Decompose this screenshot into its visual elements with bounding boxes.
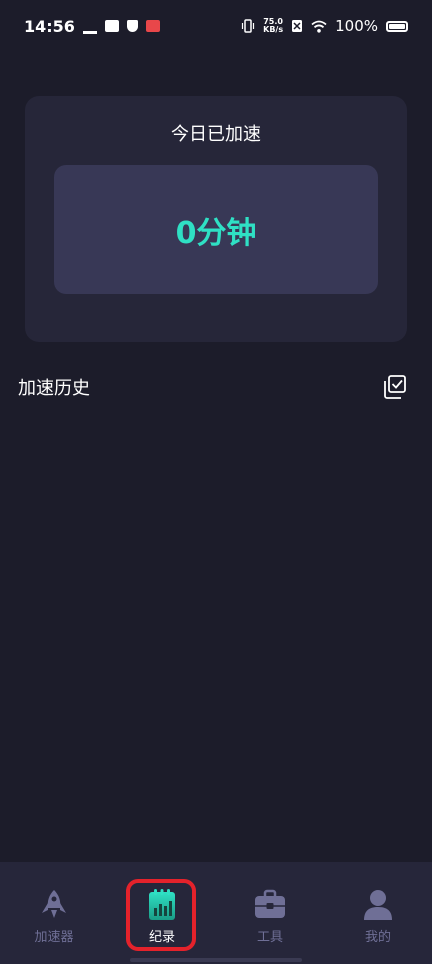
mail-icon bbox=[104, 20, 119, 32]
bottom-nav: 加速器 纪录 工具 我的 bbox=[0, 862, 432, 964]
net-speed-unit: KB/s bbox=[263, 25, 284, 34]
toolbox-icon bbox=[255, 889, 285, 918]
sim-off-icon bbox=[292, 20, 303, 32]
multi-select-icon[interactable] bbox=[382, 374, 408, 400]
status-bar: 14:56 75.0 KB/s 100% bbox=[0, 0, 432, 52]
today-accel-card: 今日已加速 0分钟 bbox=[25, 96, 407, 342]
vibrate-icon bbox=[242, 19, 255, 33]
rocket-icon bbox=[42, 890, 66, 918]
net-speed: 75.0 KB/s bbox=[263, 18, 283, 34]
person-icon bbox=[364, 890, 392, 920]
today-accel-title: 今日已加速 bbox=[171, 124, 261, 145]
battery-icon bbox=[386, 20, 408, 32]
history-title: 加速历史 bbox=[18, 378, 90, 399]
crown-icon bbox=[82, 19, 97, 34]
nav-label-record: 纪录 bbox=[148, 930, 175, 945]
status-bar-right: 75.0 KB/s 100% bbox=[241, 17, 408, 35]
nav-label-accelerator: 加速器 bbox=[34, 930, 74, 945]
nav-item-record[interactable]: 纪录 bbox=[122, 888, 202, 945]
wifi-icon bbox=[311, 20, 327, 33]
nav-item-accelerator[interactable]: 加速器 bbox=[14, 888, 94, 945]
home-indicator bbox=[130, 958, 302, 962]
nav-label-mine: 我的 bbox=[364, 930, 391, 945]
history-header: 加速历史 bbox=[18, 372, 408, 402]
nav-item-mine[interactable]: 我的 bbox=[338, 888, 418, 945]
battery-percent: 100% bbox=[335, 17, 378, 35]
status-bar-left: 14:56 bbox=[24, 17, 160, 36]
shield-icon bbox=[126, 20, 138, 32]
nav-item-tools[interactable]: 工具 bbox=[230, 888, 310, 945]
nav-label-tools: 工具 bbox=[256, 930, 283, 945]
status-time: 14:56 bbox=[24, 16, 75, 36]
today-accel-value-box: 0分钟 bbox=[54, 165, 378, 294]
today-accel-value: 0分钟 bbox=[175, 215, 257, 251]
record-chart-icon bbox=[149, 889, 175, 920]
app-notification-icon bbox=[145, 20, 160, 32]
